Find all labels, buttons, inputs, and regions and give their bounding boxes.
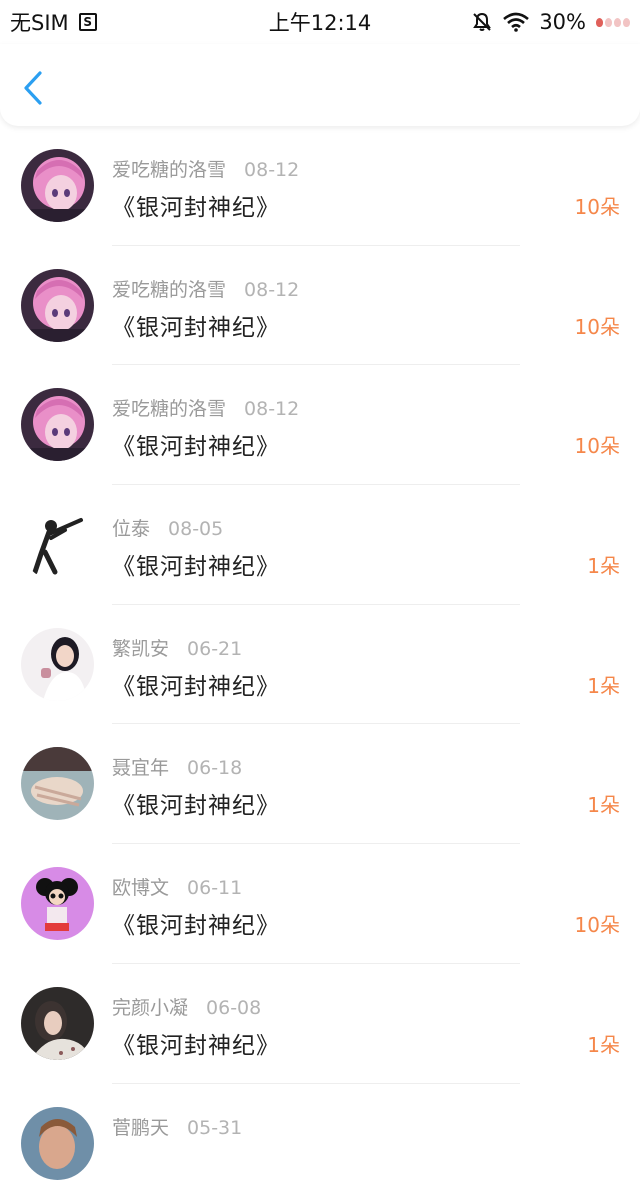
book-title: 《银河封神纪》 [112, 1026, 280, 1060]
flower-amount: 10朵 [575, 311, 620, 340]
book-title: 《银河封神纪》 [112, 786, 280, 820]
list-item[interactable]: 爱吃糖的洛雪 08-12 《银河封神纪》 10朵 [0, 246, 640, 366]
flower-amount: 1朵 [587, 670, 620, 699]
book-title: 《银河封神纪》 [112, 547, 280, 581]
clock: 上午12:14 [269, 11, 372, 35]
gift-date: 08-12 [244, 279, 299, 301]
item-meta: 爱吃糖的洛雪 08-12 [112, 155, 299, 182]
gift-date: 06-21 [187, 638, 242, 660]
gift-date: 06-18 [187, 757, 242, 779]
book-title: 《银河封神纪》 [112, 427, 280, 461]
carrier-label: 无SIM [10, 7, 69, 37]
gift-date: 06-08 [206, 997, 261, 1019]
flower-amount: 1朵 [587, 789, 620, 818]
list-item[interactable]: 爱吃糖的洛雪 08-12 《银河封神纪》 10朵 [0, 365, 640, 485]
cartoon-girl-avatar[interactable] [21, 867, 94, 940]
status-right: 30% [471, 10, 630, 34]
gift-date: 08-05 [168, 518, 223, 540]
item-meta: 爱吃糖的洛雪 08-12 [112, 394, 299, 421]
book-title: 《银河封神纪》 [112, 308, 280, 342]
hands-photo-avatar[interactable] [21, 747, 94, 820]
user-name: 位泰 [112, 518, 150, 540]
user-name: 爱吃糖的洛雪 [112, 398, 226, 420]
status-left: 无SIM S [10, 7, 97, 37]
user-name: 欧博文 [112, 877, 169, 899]
list-item[interactable]: 爱吃糖的洛雪 08-12 《银河封神纪》 10朵 [0, 126, 640, 246]
girl-photo-avatar[interactable] [21, 628, 94, 701]
flower-amount: 10朵 [575, 430, 620, 459]
flower-amount: 1朵 [587, 1029, 620, 1058]
flower-amount: 10朵 [575, 909, 620, 938]
gift-date: 08-12 [244, 398, 299, 420]
user-name: 完颜小凝 [112, 997, 188, 1019]
gift-date: 08-12 [244, 159, 299, 181]
book-title: 《银河封神纪》 [112, 188, 280, 222]
user-name: 聂宜年 [112, 757, 169, 779]
item-meta: 爱吃糖的洛雪 08-12 [112, 275, 299, 302]
list-item[interactable]: 菅鹏天 05-31 [0, 1084, 640, 1203]
gift-record-list: 爱吃糖的洛雪08-12《银河封神纪》10朵爱吃糖的洛雪08-12《银河封神纪》1… [0, 126, 640, 1203]
item-meta: 位泰 08-05 [112, 514, 223, 541]
shooter-silhouette-avatar[interactable] [21, 508, 94, 581]
item-meta: 完颜小凝 06-08 [112, 993, 261, 1020]
pink-anime-avatar[interactable] [21, 149, 94, 222]
item-meta: 繁凯安 06-21 [112, 634, 242, 661]
battery-percent: 30% [539, 10, 586, 34]
flower-amount: 10朵 [575, 191, 620, 220]
woman-photo-avatar[interactable] [21, 987, 94, 1060]
user-name: 繁凯安 [112, 638, 169, 660]
chevron-left-icon [18, 70, 50, 106]
flower-amount: 1朵 [587, 550, 620, 579]
gift-date: 06-11 [187, 877, 242, 899]
wifi-icon [503, 12, 529, 32]
list-item[interactable]: 繁凯安 06-21 《银河封神纪》 1朵 [0, 605, 640, 725]
person-photo-avatar[interactable] [21, 1107, 94, 1180]
item-meta: 欧博文 06-11 [112, 873, 242, 900]
book-title: 《银河封神纪》 [112, 667, 280, 701]
back-button[interactable] [18, 70, 50, 106]
item-meta: 聂宜年 06-18 [112, 753, 242, 780]
item-meta: 菅鹏天 05-31 [112, 1113, 242, 1140]
user-name: 菅鹏天 [112, 1117, 169, 1139]
gift-date: 05-31 [187, 1117, 242, 1139]
list-item[interactable]: 欧博文 06-11 《银河封神纪》 10朵 [0, 844, 640, 964]
battery-icon [596, 18, 630, 27]
nav-header [0, 44, 640, 126]
status-bar: 无SIM S 上午12:14 30% [0, 0, 640, 44]
user-name: 爱吃糖的洛雪 [112, 159, 226, 181]
book-title: 《银河封神纪》 [112, 906, 280, 940]
list-item[interactable]: 聂宜年 06-18 《银河封神纪》 1朵 [0, 724, 640, 844]
list-item[interactable]: 完颜小凝 06-08 《银河封神纪》 1朵 [0, 964, 640, 1084]
pink-anime-avatar[interactable] [21, 269, 94, 342]
pink-anime-avatar[interactable] [21, 388, 94, 461]
user-name: 爱吃糖的洛雪 [112, 279, 226, 301]
mute-bell-icon [471, 11, 493, 33]
sim-icon: S [79, 13, 97, 31]
list-item[interactable]: 位泰 08-05 《银河封神纪》 1朵 [0, 485, 640, 605]
